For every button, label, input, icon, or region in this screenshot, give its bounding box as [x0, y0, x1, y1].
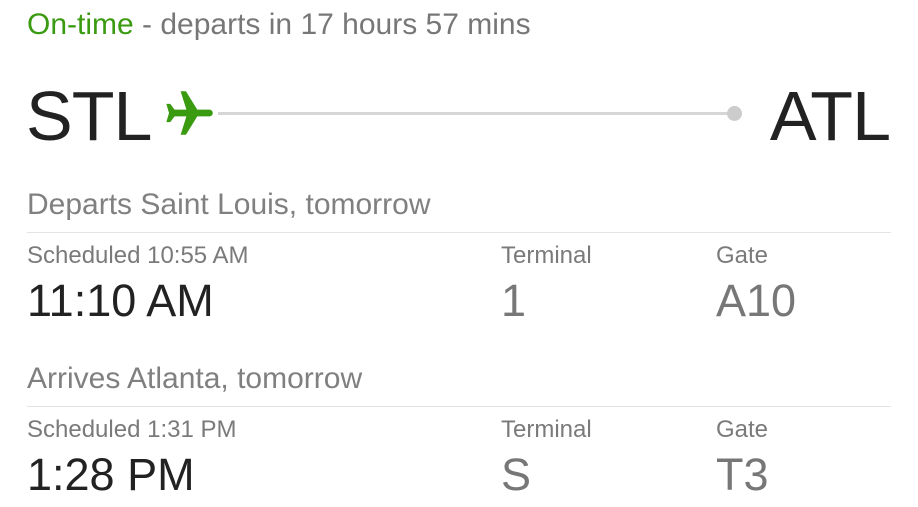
status-separator: - — [133, 8, 161, 41]
status-ontime: On-time — [27, 8, 134, 41]
status-detail: departs in 17 hours 57 mins — [160, 8, 531, 41]
departure-gate-label: Gate — [716, 242, 769, 269]
departure-divider — [27, 232, 891, 233]
arrival-actual-time: 1:28 PM — [27, 449, 195, 500]
departure-terminal-label: Terminal — [501, 242, 592, 269]
flight-status-card: On-time - departs in 17 hours 57 mins ST… — [0, 0, 918, 507]
origin-airport-code: STL — [26, 77, 152, 155]
arrival-terminal-value: S — [501, 449, 532, 500]
flight-status-line: On-time - departs in 17 hours 57 mins — [27, 6, 531, 44]
route-destination-dot — [727, 106, 742, 121]
arrival-gate-label: Gate — [716, 416, 769, 443]
arrival-gate-value: T3 — [716, 449, 769, 500]
departure-gate-value: A10 — [716, 275, 797, 326]
arrival-header: Arrives Atlanta, tomorrow — [27, 362, 363, 395]
departure-header: Departs Saint Louis, tomorrow — [27, 188, 431, 221]
departure-actual-time: 11:10 AM — [27, 275, 214, 326]
arrival-divider — [27, 406, 891, 407]
arrival-terminal-label: Terminal — [501, 416, 592, 443]
departure-terminal-value: 1 — [501, 275, 527, 326]
destination-airport-code: ATL — [769, 77, 891, 155]
arrival-scheduled-label: Scheduled 1:31 PM — [27, 416, 237, 443]
airplane-icon — [166, 91, 213, 135]
route-row: STL ATL — [0, 76, 918, 156]
departure-scheduled-label: Scheduled 10:55 AM — [27, 242, 249, 269]
route-progress-line — [218, 112, 732, 115]
